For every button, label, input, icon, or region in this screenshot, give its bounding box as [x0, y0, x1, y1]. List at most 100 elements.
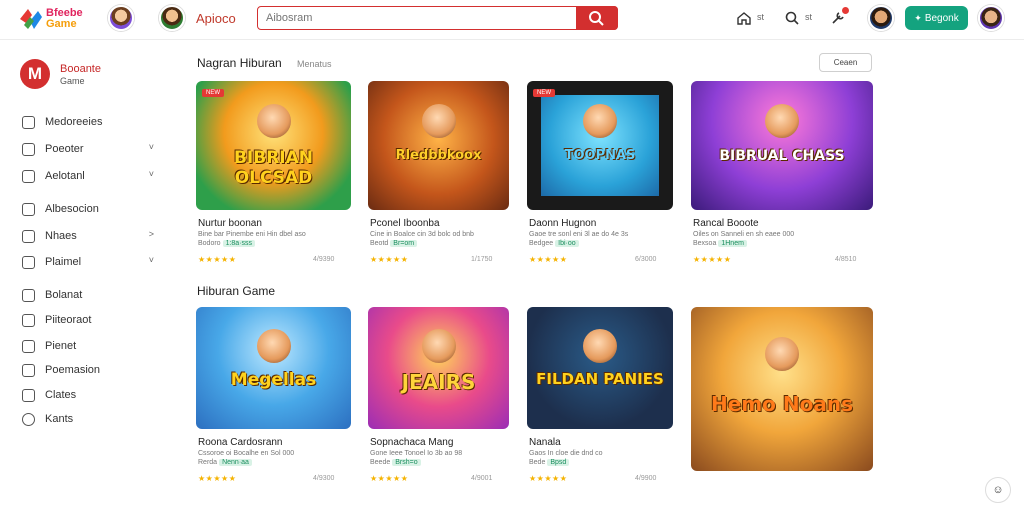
- play-count: 6/3000: [635, 256, 657, 263]
- play-count: 4/9300: [313, 475, 335, 482]
- rating-stars: ★★★★★: [198, 474, 237, 483]
- sidebar-item[interactable]: Plaimel ˅: [22, 253, 162, 273]
- sidebar-item-label: Nhaes: [45, 230, 77, 242]
- settings-icon[interactable]: [829, 7, 849, 28]
- logo-text: Bfeebe Game: [46, 8, 83, 30]
- game-description: Cssoroe oi Bocalhe en Sol 000: [198, 450, 295, 457]
- meta-label: Beede: [370, 459, 391, 466]
- meta-badge: Ibi·oo: [555, 240, 579, 247]
- game-meta: Bexsoa 1Hnem: [693, 240, 747, 247]
- game-meta: Beotd Br=om: [370, 240, 418, 247]
- sidebar-item-label: Piiteoraot: [45, 314, 92, 326]
- logo-mark-icon: [20, 9, 42, 29]
- game-art-title: TOOPNAS: [564, 148, 636, 164]
- character-figure: [421, 104, 456, 139]
- rating-stars: ★★★★★: [529, 255, 568, 264]
- search-bar: [257, 5, 618, 30]
- game-thumbnail[interactable]: NEW TOOPNAS: [527, 81, 673, 210]
- game-meta: Bede Bpsd: [529, 459, 570, 466]
- brand-logo-icon: M: [20, 59, 50, 89]
- circle-icon: [22, 413, 35, 426]
- profile-avatar[interactable]: [868, 5, 894, 31]
- game-description: Oiles on Sanneli en sh eaee 000: [693, 231, 795, 238]
- user-avatar[interactable]: [159, 5, 185, 31]
- section-title-nagran: Nagran Hiburan: [197, 56, 282, 70]
- sidebar-item[interactable]: Albesocion: [22, 200, 162, 220]
- begonk-label: Begonk: [924, 13, 959, 24]
- game-art-title: Rledbbkoox: [395, 148, 482, 164]
- section-title-hiburan: Hiburan Game: [197, 284, 276, 298]
- sidebar-item[interactable]: Piiteoraot: [22, 311, 162, 331]
- game-thumbnail[interactable]: Rledbbkoox: [368, 81, 509, 210]
- logo-text-bottom: Game: [46, 18, 77, 30]
- chevron-icon[interactable]: ˅: [149, 142, 154, 152]
- sidebar-item-label: Albesocion: [45, 203, 99, 215]
- play-count: 1/1750: [471, 256, 493, 263]
- game-description: Gone Ieee Tonoel Io 3b ao 98: [370, 450, 463, 457]
- new-badge: NEW: [533, 89, 555, 97]
- begonk-button[interactable]: ✦ Begonk: [905, 6, 968, 30]
- game-thumbnail[interactable]: NEW BIBRIAN OLCSAD: [196, 81, 351, 210]
- game-thumbnail[interactable]: Megellas: [196, 307, 351, 429]
- game-art-title: Megellas: [230, 370, 317, 391]
- account-avatar[interactable]: [978, 5, 1004, 31]
- game-meta: Rerda Nenn·aa: [198, 459, 252, 466]
- search-input[interactable]: [266, 10, 566, 26]
- play-count: 4/9390: [313, 256, 335, 263]
- game-name[interactable]: Daonn Hugnon: [529, 218, 596, 229]
- top-header: Bfeebe Game Apioco st st ✦Begonk: [0, 0, 1024, 40]
- sidebar-item[interactable]: Nhaes ˃: [22, 227, 162, 247]
- game-name[interactable]: Sopnachaca Mang: [370, 437, 453, 448]
- character-figure: [765, 336, 799, 371]
- meta-badge: 1Hnem: [718, 240, 747, 247]
- rating-stars: ★★★★★: [529, 474, 568, 483]
- search-button[interactable]: [576, 5, 618, 30]
- sidebar: M Booante Game Medoreeies Poeoter ˅ Aelotan…: [0, 41, 175, 512]
- character-figure: [256, 328, 291, 363]
- sidebar-item-label: Poemasion: [45, 364, 101, 376]
- game-name[interactable]: Nanala: [529, 437, 561, 448]
- help-button[interactable]: ☺: [985, 477, 1011, 503]
- search-icon[interactable]: [783, 10, 801, 28]
- game-name[interactable]: Pconel Iboonba: [370, 218, 440, 229]
- chevron-icon[interactable]: ˅: [149, 169, 154, 179]
- play-count: 4/8510: [835, 256, 857, 263]
- sidebar-item[interactable]: Poeoter ˅: [22, 140, 162, 160]
- game-description: Cine in Boalce cin 3d bolc od bnb: [370, 231, 474, 238]
- sidebar-item[interactable]: Pienet: [22, 337, 162, 357]
- rating-stars: ★★★★★: [370, 255, 409, 264]
- character-figure: [421, 328, 456, 363]
- sidebar-item[interactable]: Clates: [22, 386, 162, 406]
- game-meta: Bodoro 1:8a·sss: [198, 240, 256, 247]
- sidebar-item[interactable]: Medoreeies: [22, 113, 162, 133]
- game-thumbnail[interactable]: FILDAN PANIES: [527, 307, 673, 429]
- game-thumbnail[interactable]: BIBRUAL CHASS: [691, 81, 873, 210]
- mascot-avatar[interactable]: [108, 5, 134, 31]
- game-thumbnail[interactable]: Hemo Noans: [691, 307, 873, 471]
- see-all-button[interactable]: Ceaen: [819, 53, 872, 72]
- sidebar-item[interactable]: Bolanat: [22, 286, 162, 306]
- chevron-icon[interactable]: ˅: [149, 255, 154, 265]
- game-name[interactable]: Nurtur boonan: [198, 218, 262, 229]
- rating-stars: ★★★★★: [198, 255, 237, 264]
- sidebar-item[interactable]: Poemasion: [22, 361, 162, 381]
- sidebar-item-label: Plaimel: [45, 256, 82, 268]
- new-badge: NEW: [202, 89, 224, 97]
- game-description: Bine bar Pinembe eni Hin dbel aso: [198, 231, 306, 238]
- site-logo[interactable]: Bfeebe Game: [18, 5, 96, 33]
- game-thumbnail[interactable]: JEAIRS: [368, 307, 509, 429]
- meta-label: Bodoro: [198, 240, 221, 247]
- section-subtitle[interactable]: Menatus: [297, 59, 332, 69]
- sidebar-item-label: Poeoter: [45, 143, 84, 155]
- game-name[interactable]: Rancal Booote: [693, 218, 759, 229]
- chevron-icon[interactable]: ˃: [149, 229, 154, 239]
- play-count: 4/9900: [635, 475, 657, 482]
- gamepad-icon: ✦: [914, 13, 922, 23]
- square-icon: [22, 143, 35, 156]
- game-name[interactable]: Roona Cardosrann: [198, 437, 283, 448]
- home-icon[interactable]: [735, 10, 753, 28]
- search-icon: [589, 10, 604, 26]
- brand-sub: Game: [60, 76, 85, 86]
- sidebar-item[interactable]: Aelotanl ˅: [22, 167, 162, 187]
- sidebar-item[interactable]: Kants: [22, 410, 162, 430]
